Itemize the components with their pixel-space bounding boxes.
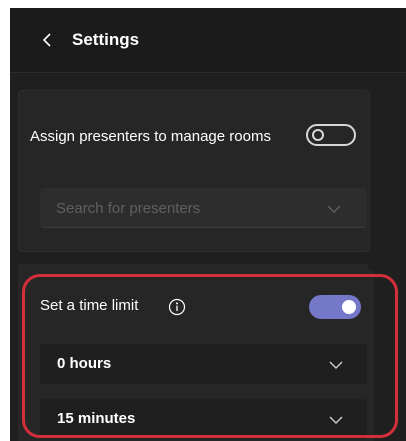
app-root: Settings Assign presenters to manage roo… [0, 0, 406, 441]
presenter-search-box[interactable] [40, 188, 367, 228]
chevron-down-icon [329, 361, 343, 369]
page-title: Settings [72, 30, 140, 49]
hours-value: 0 hours [57, 355, 112, 372]
info-icon[interactable] [168, 298, 186, 316]
settings-header: Settings [10, 8, 406, 73]
time-limit-label: Set a time limit [40, 297, 139, 314]
hours-select[interactable]: 0 hours [40, 344, 367, 384]
assign-presenters-label: Assign presenters to manage rooms [30, 128, 271, 145]
assign-presenters-toggle[interactable] [306, 124, 356, 146]
time-limit-toggle[interactable] [309, 295, 361, 319]
chevron-left-icon [42, 33, 51, 47]
minutes-select[interactable]: 15 minutes [40, 399, 367, 439]
presenter-search-input[interactable] [40, 188, 320, 228]
minutes-value: 15 minutes [57, 410, 136, 427]
chevron-down-icon [329, 416, 343, 424]
back-button[interactable] [38, 28, 58, 52]
toggle-knob [342, 300, 356, 314]
toggle-knob [312, 129, 324, 141]
chevron-down-icon [327, 205, 341, 213]
